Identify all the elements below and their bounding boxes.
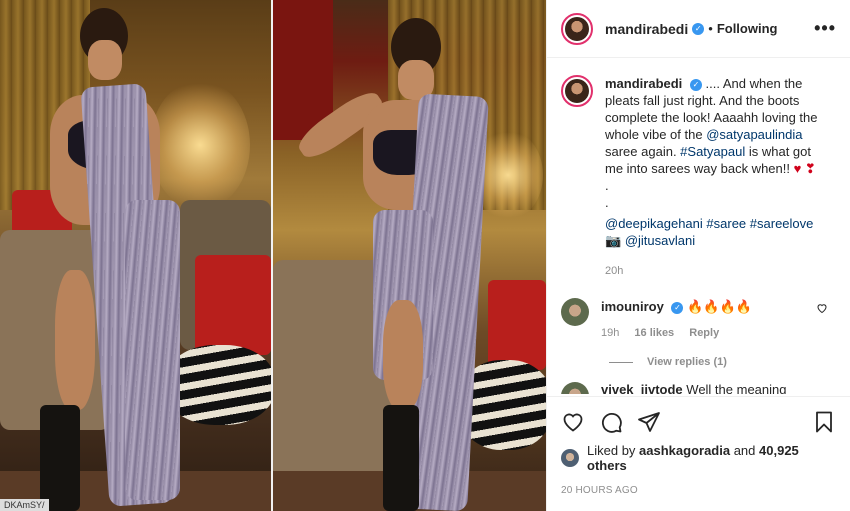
comment-time: 19h	[601, 327, 620, 339]
more-icon[interactable]: •••	[814, 18, 836, 39]
red-cushion-right	[195, 255, 271, 355]
caption-dot: .	[605, 195, 609, 210]
comment-username[interactable]: vivek_jivtode	[601, 382, 683, 394]
caption-time: 20h	[605, 265, 624, 277]
bookmark-icon[interactable]	[812, 410, 836, 434]
comment-text: 🔥🔥🔥🔥	[687, 299, 752, 314]
comment-username[interactable]: imouniroy	[601, 299, 664, 314]
hashtag-link[interactable]: #saree	[706, 216, 746, 231]
mention-link[interactable]: @deepikagehani	[605, 216, 703, 231]
post-header: mandirabedi ✓ • Following •••	[547, 0, 850, 58]
hashtag-link[interactable]: #Satyapaul	[680, 144, 745, 159]
caption-dot: .	[605, 178, 609, 193]
comment-text: Well the meaning	[686, 382, 787, 394]
avatar[interactable]	[561, 12, 593, 45]
heart-icon[interactable]	[561, 410, 585, 434]
camera-icon: 📷	[605, 233, 622, 248]
comment: imouniroy ✓ 🔥🔥🔥🔥 19h 16 likes Reply	[561, 298, 836, 342]
post-media[interactable]: DKAmSY/	[0, 0, 546, 511]
separator-dot: •	[708, 21, 713, 36]
caption-avatar[interactable]	[561, 75, 593, 107]
verified-icon: ✓	[689, 79, 702, 91]
comment-icon[interactable]	[599, 410, 623, 434]
likes-summary: Liked by aashkagoradia and 40,925 others	[561, 443, 836, 473]
model-figure	[40, 0, 200, 511]
view-replies[interactable]: View replies (1)	[609, 356, 836, 368]
comments-area[interactable]: mandirabedi ✓ .... And when the pleats f…	[547, 59, 850, 394]
action-bar: Liked by aashkagoradia and 40,925 others…	[547, 396, 850, 496]
post-panel: mandirabedi ✓ • Following ••• mandirabed…	[546, 0, 850, 511]
comment-heart-icon[interactable]	[816, 302, 828, 314]
liker-avatar[interactable]	[561, 449, 579, 467]
mention-link[interactable]: @satyapaulindia	[706, 127, 802, 142]
mention-link[interactable]: @jitusavlani	[625, 233, 695, 248]
comment: vivek_jivtode Well the meaning	[561, 382, 836, 394]
verified-icon: ✓	[692, 22, 705, 35]
liker-username[interactable]: aashkagoradia	[639, 443, 730, 458]
header-username[interactable]: mandirabedi	[605, 21, 688, 37]
following-button[interactable]: Following	[717, 21, 778, 36]
photo-right	[273, 0, 546, 511]
caption: mandirabedi ✓ .... And when the pleats f…	[561, 75, 836, 280]
share-icon[interactable]	[637, 410, 661, 434]
reply-button[interactable]: Reply	[689, 327, 719, 339]
model-figure-right	[292, 0, 503, 511]
verified-icon: ✓	[671, 302, 684, 314]
photo-left: DKAmSY/	[0, 0, 275, 511]
comment-avatar[interactable]	[561, 298, 589, 326]
comment-avatar[interactable]	[561, 382, 589, 394]
hashtag-link[interactable]: #sareelove	[750, 216, 814, 231]
watermark: DKAmSY/	[0, 499, 49, 511]
caption-text-2: saree again.	[605, 144, 681, 159]
heart-emoji: ♥ ❣	[793, 161, 816, 176]
comment-likes[interactable]: 16 likes	[634, 327, 674, 339]
post-timestamp: 20 HOURS AGO	[561, 485, 638, 496]
caption-username[interactable]: mandirabedi	[605, 76, 682, 91]
